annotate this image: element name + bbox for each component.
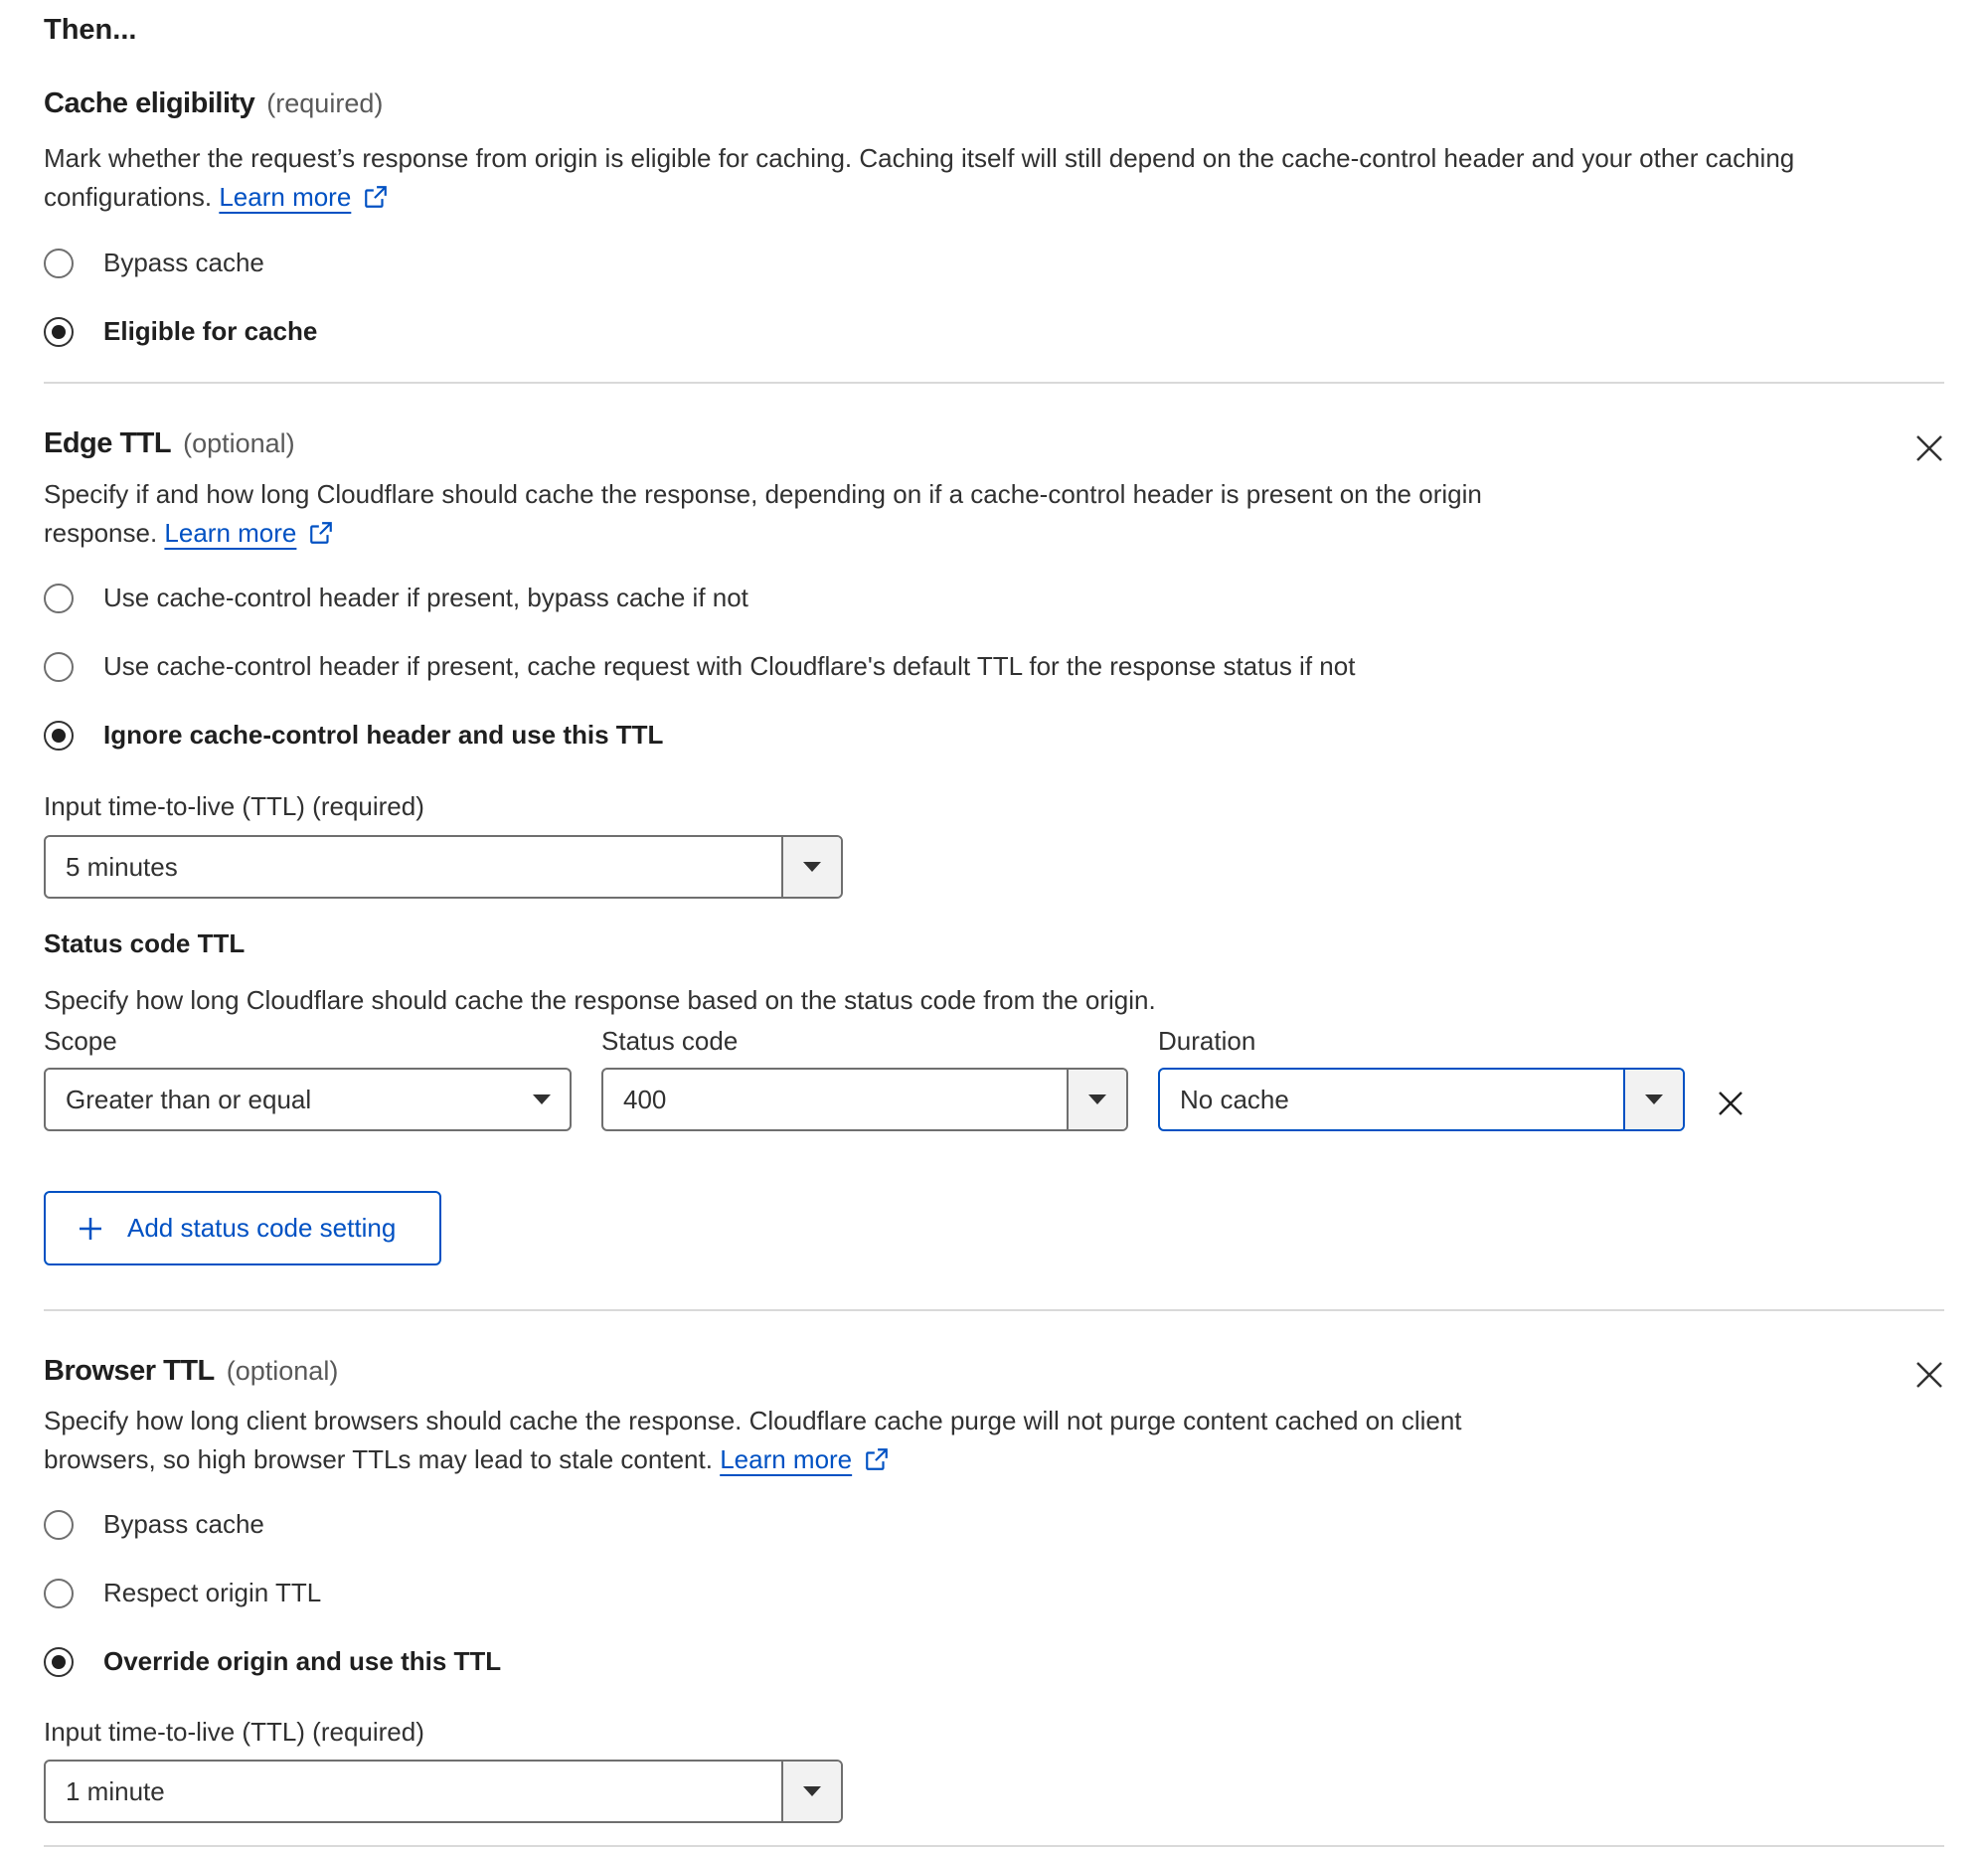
- status-code-select[interactable]: 400: [601, 1068, 1128, 1131]
- description-text: response.: [44, 518, 158, 548]
- radio-label: Eligible for cache: [103, 316, 318, 346]
- browser-ttl-select[interactable]: 1 minute: [44, 1760, 843, 1823]
- duration-label: Duration: [1158, 1026, 1256, 1056]
- select-value: 400: [623, 1084, 667, 1114]
- status-code-ttl-description: Specify how long Cloudflare should cache…: [44, 985, 1156, 1015]
- learn-more-link[interactable]: Learn more: [720, 1444, 852, 1474]
- remove-row-close-icon[interactable]: [1717, 1090, 1744, 1122]
- add-status-code-button[interactable]: Add status code setting: [44, 1191, 441, 1265]
- external-link-icon: [308, 518, 334, 557]
- select-value: Greater than or equal: [66, 1084, 312, 1114]
- learn-more-link[interactable]: Learn more: [219, 182, 351, 212]
- radio-button[interactable]: [44, 1509, 74, 1540]
- edge-ttl-select[interactable]: 5 minutes: [44, 835, 843, 899]
- cache-eligibility-title-text: Cache eligibility: [44, 87, 255, 119]
- chevron-down-icon[interactable]: [1623, 1070, 1683, 1129]
- radio-button[interactable]: [44, 1578, 74, 1608]
- browser-ttl-title-text: Browser TTL: [44, 1355, 215, 1387]
- status-code-ttl-title: Status code TTL: [44, 928, 246, 958]
- external-link-icon: [363, 182, 389, 221]
- duration-select[interactable]: No cache: [1158, 1068, 1685, 1131]
- radio-use-header-default-ttl[interactable]: Use cache-control header if present, cac…: [44, 651, 1355, 682]
- radio-button-selected[interactable]: [44, 720, 74, 751]
- radio-button[interactable]: [44, 651, 74, 682]
- radio-respect-origin-ttl[interactable]: Respect origin TTL: [44, 1578, 321, 1608]
- select-value: 5 minutes: [66, 851, 178, 882]
- radio-eligible-for-cache[interactable]: Eligible for cache: [44, 316, 317, 347]
- radio-label: Use cache-control header if present, byp…: [103, 583, 748, 612]
- edge-ttl-title-text: Edge TTL: [44, 427, 172, 459]
- scope-label: Scope: [44, 1026, 117, 1056]
- plus-icon: [78, 1216, 103, 1242]
- optional-note: (optional): [183, 428, 295, 458]
- description-line-2: configurations. Learn more: [44, 178, 1794, 221]
- add-button-label: Add status code setting: [127, 1213, 397, 1243]
- radio-button[interactable]: [44, 583, 74, 613]
- select-value: No cache: [1180, 1084, 1289, 1114]
- browser-ttl-input-label: Input time-to-live (TTL) (required): [44, 1717, 424, 1747]
- scope-select[interactable]: Greater than or equal: [44, 1068, 572, 1131]
- radio-ignore-header-use-ttl[interactable]: Ignore cache-control header and use this…: [44, 720, 663, 751]
- divider: [44, 1309, 1944, 1311]
- radio-button-selected[interactable]: [44, 316, 74, 347]
- browser-ttl-title: Browser TTL (optional): [44, 1355, 338, 1388]
- section-heading-then: Then...: [44, 14, 137, 46]
- chevron-down-icon[interactable]: [514, 1094, 570, 1104]
- edge-ttl-input-label: Input time-to-live (TTL) (required): [44, 791, 424, 821]
- chevron-down-icon[interactable]: [781, 1762, 841, 1821]
- browser-ttl-description: Specify how long client browsers should …: [44, 1402, 1462, 1483]
- radio-use-header-bypass[interactable]: Use cache-control header if present, byp…: [44, 583, 748, 613]
- select-value: 1 minute: [66, 1775, 165, 1806]
- description-line-2: browsers, so high browser TTLs may lead …: [44, 1440, 1462, 1483]
- chevron-down-icon[interactable]: [1067, 1070, 1126, 1129]
- radio-label: Ignore cache-control header and use this…: [103, 720, 664, 750]
- radio-label: Bypass cache: [103, 248, 264, 277]
- radio-label: Use cache-control header if present, cac…: [103, 651, 1356, 681]
- close-icon[interactable]: [1914, 433, 1944, 468]
- divider: [44, 382, 1944, 384]
- description-line-1: Specify if and how long Cloudflare shoul…: [44, 479, 1482, 509]
- edge-ttl-description: Specify if and how long Cloudflare shoul…: [44, 475, 1482, 557]
- description-text: browsers, so high browser TTLs may lead …: [44, 1444, 713, 1474]
- status-code-label: Status code: [601, 1026, 739, 1056]
- close-icon[interactable]: [1914, 1360, 1944, 1395]
- radio-browser-bypass-cache[interactable]: Bypass cache: [44, 1509, 264, 1540]
- description-line-2: response. Learn more: [44, 514, 1482, 557]
- learn-more-link[interactable]: Learn more: [164, 518, 296, 548]
- divider: [44, 1845, 1944, 1847]
- radio-label: Bypass cache: [103, 1509, 264, 1539]
- radio-label: Override origin and use this TTL: [103, 1646, 502, 1676]
- description-line-1: Specify how long client browsers should …: [44, 1406, 1462, 1435]
- radio-bypass-cache[interactable]: Bypass cache: [44, 248, 264, 278]
- external-link-icon: [864, 1444, 890, 1483]
- radio-button-selected[interactable]: [44, 1646, 74, 1677]
- optional-note: (optional): [226, 1356, 339, 1386]
- description-line-1: Mark whether the request’s response from…: [44, 143, 1795, 173]
- radio-label: Respect origin TTL: [103, 1578, 322, 1607]
- cache-eligibility-title: Cache eligibility (required): [44, 87, 383, 120]
- radio-button[interactable]: [44, 248, 74, 278]
- chevron-down-icon[interactable]: [781, 837, 841, 897]
- cache-eligibility-description: Mark whether the request’s response from…: [44, 139, 1794, 221]
- required-note: (required): [266, 88, 384, 118]
- radio-override-origin[interactable]: Override origin and use this TTL: [44, 1646, 501, 1677]
- description-text: configurations.: [44, 182, 213, 212]
- edge-ttl-title: Edge TTL (optional): [44, 427, 295, 460]
